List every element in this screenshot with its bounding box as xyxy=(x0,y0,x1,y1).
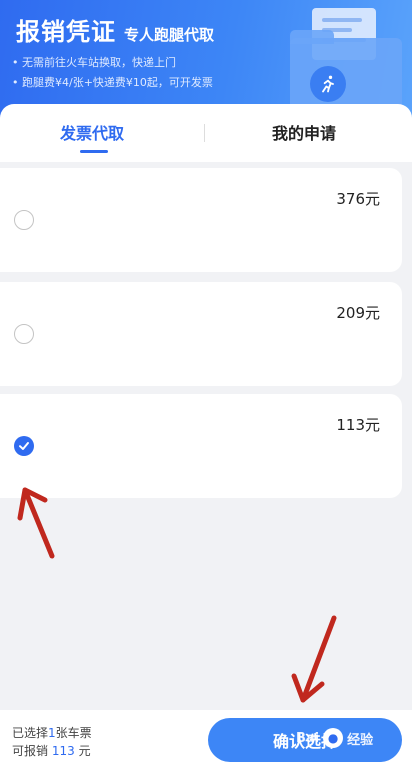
tab-invoice-pickup[interactable]: 发票代取 xyxy=(60,120,124,144)
ticket-card[interactable]: 209元 xyxy=(0,282,402,386)
ticket-amount: 376元 xyxy=(336,190,380,208)
watermark-text: Bai xyxy=(296,730,320,746)
reimbursable-prefix: 可报销 xyxy=(12,744,49,758)
selected-prefix: 已选择 xyxy=(12,726,49,740)
selected-count-summary: 已选择1张车票 xyxy=(12,724,92,741)
ticket-radio[interactable] xyxy=(14,210,34,230)
tab-divider xyxy=(204,124,205,142)
ticket-amount: 113元 xyxy=(336,416,380,434)
page-subtitle: 专人跑腿代取 xyxy=(124,26,215,44)
reimbursable-suffix: 元 xyxy=(78,744,91,758)
page-title: 报销凭证 xyxy=(16,18,116,46)
annotation-arrow xyxy=(291,615,337,703)
reimbursable-amount: 113 xyxy=(51,744,75,758)
header-bullet: • 无需前往火车站换取，快递上门 xyxy=(12,56,176,69)
tab-my-applications[interactable]: 我的申请 xyxy=(272,120,336,144)
ticket-radio[interactable] xyxy=(14,324,34,344)
ticket-card-selected[interactable]: 113元 xyxy=(0,394,402,498)
header-title-row: 报销凭证 专人跑腿代取 xyxy=(16,12,214,47)
baidu-paw-icon: ● xyxy=(323,728,344,748)
annotation-arrow xyxy=(17,487,55,559)
runner-icon xyxy=(310,66,346,102)
header-banner: 报销凭证 专人跑腿代取 • 无需前往火车站换取，快递上门 • 跑腿费¥4/张+快… xyxy=(0,0,412,120)
header-bullet: • 跑腿费¥4/张+快递费¥10起，可开发票 xyxy=(12,76,213,89)
selected-suffix: 张车票 xyxy=(55,726,92,740)
ticket-amount: 209元 xyxy=(336,304,380,322)
baidu-watermark: Bai ● 经验 xyxy=(296,725,373,751)
selected-count: 1 xyxy=(48,726,56,740)
tab-bar: 发票代取 我的申请 xyxy=(0,104,412,162)
ticket-radio-checked[interactable] xyxy=(14,436,34,456)
watermark-text-2: 经验 xyxy=(347,732,374,748)
reimbursable-summary: 可报销 113 元 xyxy=(12,742,91,759)
check-icon xyxy=(19,442,29,450)
active-tab-indicator xyxy=(80,150,108,153)
ticket-card[interactable]: 376元 xyxy=(0,168,402,272)
